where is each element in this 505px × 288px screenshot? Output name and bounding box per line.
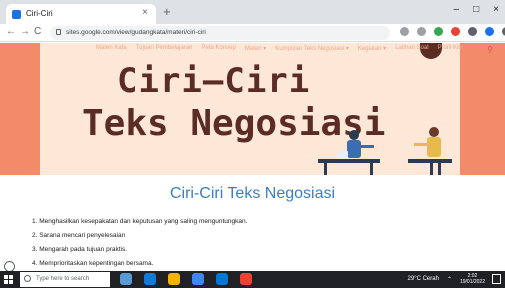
url-input[interactable]: sites.google.com/view/gudangkata/materi/… xyxy=(50,26,390,40)
reload-button[interactable]: C xyxy=(34,26,41,37)
search-placeholder: Type here to search xyxy=(36,276,90,282)
search-icon xyxy=(24,275,31,282)
site-nav-item[interactable]: Latihan Soal xyxy=(395,45,428,52)
browser-tab-bar: Ciri-Ciri × + – □ × xyxy=(0,0,505,24)
weather-text[interactable]: 29°C Cerah xyxy=(408,276,439,282)
share-icon[interactable] xyxy=(400,27,409,36)
site-nav-item[interactable]: Kegiatan ▾ xyxy=(358,45,386,52)
windows-start-icon[interactable] xyxy=(4,275,13,284)
ciri-list: 1. Menghasilkan kesepakatan dan keputusa… xyxy=(32,215,472,271)
site-nav-item[interactable]: Kumpulan Teks Negosiasi ▾ xyxy=(275,45,349,52)
chrome-icon[interactable] xyxy=(192,273,204,285)
system-tray: 29°C Cerah ⌃ 2:02 19/01/2022 xyxy=(408,273,485,285)
list-item: 1. Menghasilkan kesepakatan dan keputusa… xyxy=(32,218,248,225)
site-nav-item[interactable]: Profil Kita xyxy=(438,45,464,52)
new-tab-button[interactable]: + xyxy=(163,4,171,20)
task-view-icon[interactable] xyxy=(120,273,132,285)
site-search-icon[interactable]: ⚲ xyxy=(487,45,493,54)
network-icon[interactable]: ⌃ xyxy=(447,276,452,283)
tab-title: Ciri-Ciri xyxy=(26,9,53,18)
site-nav-item[interactable]: Materi ▾ xyxy=(245,45,266,52)
list-item: 3. Mengarah pada tujuan praktis. xyxy=(32,246,128,253)
section-title: Ciri-Ciri Teks Negosiasi xyxy=(169,185,336,202)
window-controls: – □ × xyxy=(454,4,499,15)
app-icon[interactable] xyxy=(240,273,252,285)
hero-banner: Materi Kata Tujuan Pembelajaran Peta Konse… xyxy=(0,43,505,175)
profile-avatar-icon[interactable] xyxy=(485,27,494,36)
site-favicon-icon xyxy=(12,10,21,19)
negotiator-right-illustration xyxy=(408,127,452,175)
extension-red-icon[interactable] xyxy=(451,27,460,36)
extension-green-icon[interactable] xyxy=(434,27,443,36)
site-nav-item[interactable]: Tujuan Pembelajaran xyxy=(136,45,193,52)
info-icon[interactable] xyxy=(4,261,15,271)
notification-icon[interactable] xyxy=(492,274,501,284)
negotiator-left-illustration xyxy=(318,130,380,175)
clock-date: 19/01/2022 xyxy=(459,279,485,285)
hero-title-line-1: Ciri–Ciri xyxy=(117,61,311,101)
address-bar: ← → C sites.google.com/view/gudangkata/m… xyxy=(0,24,505,42)
web-page: Materi Kata Tujuan Pembelajaran Peta Konse… xyxy=(0,43,505,271)
taskbar: Type here to search 29°C Cerah ⌃ 2:02 19… xyxy=(0,271,505,288)
browser-tab[interactable]: Ciri-Ciri × xyxy=(6,4,156,24)
tab-close-button[interactable]: × xyxy=(142,7,148,18)
maximize-button[interactable]: □ xyxy=(473,4,479,15)
clock[interactable]: 2:02 19/01/2022 xyxy=(460,273,485,285)
forward-button[interactable]: → xyxy=(20,26,30,37)
back-button[interactable]: ← xyxy=(6,26,16,37)
site-nav-item[interactable]: Materi Kata xyxy=(96,45,127,52)
list-item: 4. Memprioritaskan kepentingan bersama. xyxy=(32,260,154,267)
site-nav-menu: Materi Kata Tujuan Pembelajaran Peta Konse… xyxy=(96,45,491,52)
bookmark-star-icon[interactable] xyxy=(417,27,426,36)
extension-icons xyxy=(400,27,505,36)
taskbar-search-input[interactable]: Type here to search xyxy=(20,272,110,287)
lock-icon xyxy=(56,29,61,35)
pinned-apps xyxy=(120,273,252,285)
file-explorer-icon[interactable] xyxy=(168,273,180,285)
extensions-puzzle-icon[interactable] xyxy=(468,27,477,36)
store-icon[interactable] xyxy=(216,273,228,285)
list-item: 2. Sarana mencari penyelesaian xyxy=(32,232,126,239)
close-window-button[interactable]: × xyxy=(493,4,499,15)
url-text: sites.google.com/view/gudangkata/materi/… xyxy=(66,29,206,36)
minimize-button[interactable]: – xyxy=(454,4,460,15)
site-nav-item[interactable]: Peta Konsep xyxy=(202,45,236,52)
edge-icon[interactable] xyxy=(144,273,156,285)
